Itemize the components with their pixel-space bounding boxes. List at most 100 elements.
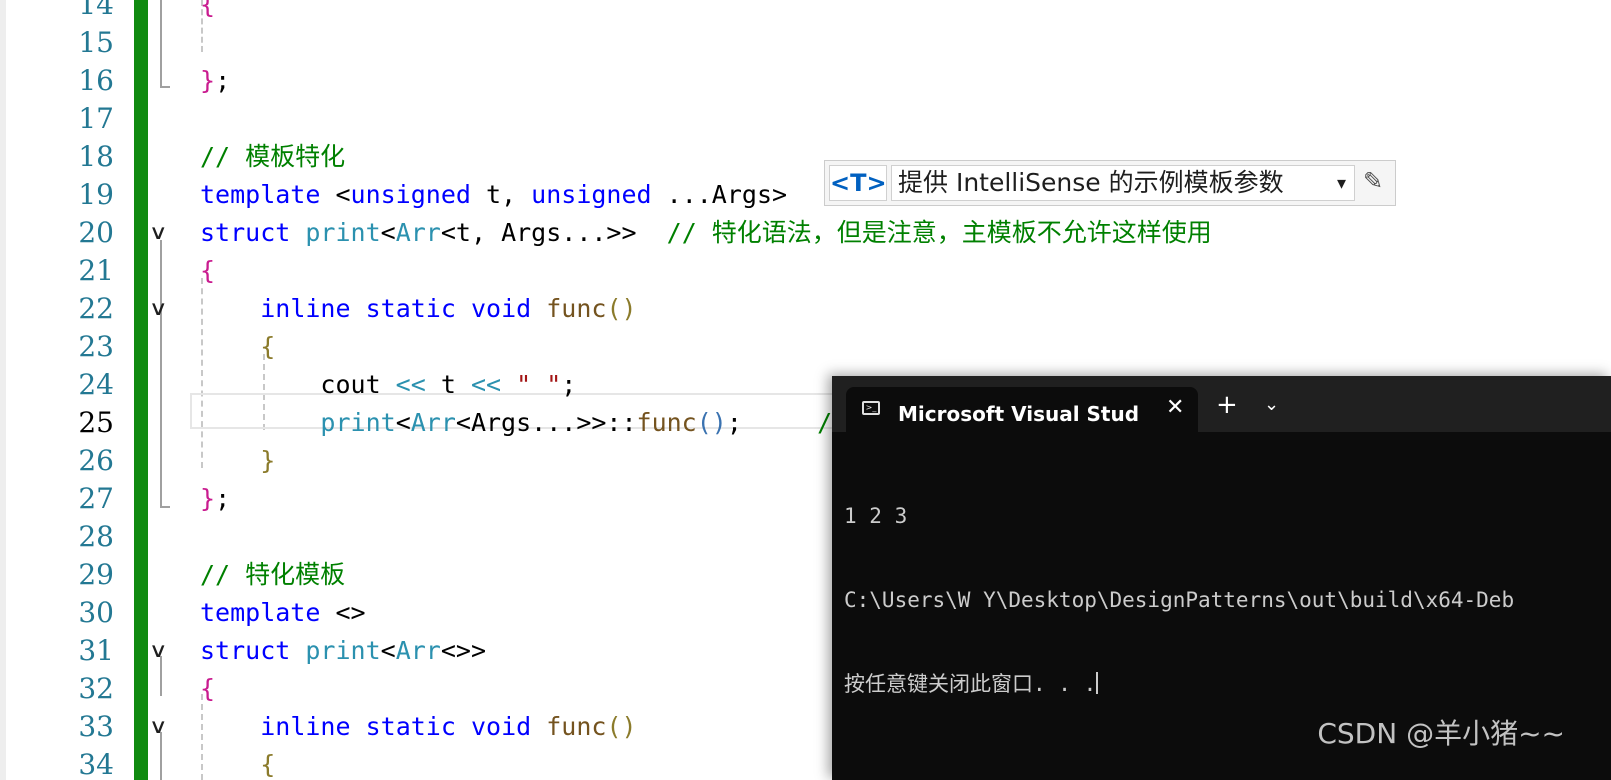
- code-token: func: [546, 294, 607, 323]
- line-number: 25: [78, 406, 114, 439]
- output-text: 按任意键关闭此窗口. . .: [844, 672, 1097, 696]
- close-tab-button[interactable]: ✕: [1166, 395, 1184, 420]
- code-text[interactable]: };: [200, 61, 230, 100]
- code-token: ...Args>: [651, 180, 788, 209]
- code-token: (): [606, 294, 637, 323]
- code-text[interactable]: print<Arr<Args...>>::func(); /: [200, 403, 832, 442]
- code-text[interactable]: cout << t << " ";: [200, 365, 576, 404]
- code-line[interactable]: 20 ∨ struct print<Arr<t, Args...>> // 特化语法…: [0, 213, 1611, 252]
- code-token: }: [200, 484, 216, 513]
- code-token: {: [200, 0, 216, 19]
- code-line[interactable]: 23 {: [0, 327, 1611, 366]
- code-text[interactable]: {: [200, 0, 215, 24]
- code-token: func: [636, 408, 697, 437]
- code-token: <: [380, 636, 396, 665]
- line-number: 21: [78, 254, 114, 287]
- code-line[interactable]: 15: [0, 23, 1611, 62]
- code-text[interactable]: // 模板特化: [200, 137, 345, 176]
- line-number: 18: [78, 140, 114, 173]
- line-number: 27: [78, 482, 114, 515]
- code-text[interactable]: };: [200, 479, 230, 518]
- code-line[interactable]: 16};: [0, 61, 1611, 100]
- fold-chevron-icon[interactable]: ∨: [149, 631, 178, 670]
- line-number: 20: [78, 216, 114, 249]
- terminal-tab-bar: >_ Microsoft Visual Studio 调试控制台 ✕ + ⌄: [832, 376, 1611, 432]
- code-text[interactable]: {: [200, 669, 215, 708]
- terminal-tab[interactable]: >_ Microsoft Visual Studio 调试控制台 ✕: [846, 387, 1198, 432]
- code-line[interactable]: 22 ∨ inline static void func(): [0, 289, 1611, 328]
- code-token: Arr: [410, 408, 456, 437]
- code-text[interactable]: inline static void func(): [200, 289, 637, 328]
- code-text[interactable]: // 特化模板: [200, 555, 345, 594]
- code-token: <>>: [440, 636, 487, 665]
- caret-down-icon[interactable]: ▾: [1337, 173, 1346, 194]
- code-line[interactable]: 21 {: [0, 251, 1611, 290]
- console-icon: >_: [862, 401, 880, 415]
- new-tab-button[interactable]: +: [1216, 392, 1238, 418]
- code-token: t: [425, 370, 471, 399]
- fold-chevron-icon[interactable]: ∨: [149, 707, 178, 746]
- code-token: <t, Args...>>: [440, 218, 667, 247]
- text-cursor: [1096, 672, 1099, 694]
- code-token: <: [380, 218, 396, 247]
- code-text[interactable]: template <unsigned t, unsigned ...Args>: [200, 175, 787, 214]
- code-token: print: [320, 408, 396, 437]
- code-token: struct: [200, 218, 291, 247]
- line-number: 16: [78, 64, 114, 97]
- code-line[interactable]: 17: [0, 99, 1611, 138]
- line-number: 33: [78, 710, 114, 743]
- code-token: inline: [260, 712, 351, 741]
- code-text[interactable]: inline static void func(): [200, 707, 637, 746]
- code-token: {: [200, 256, 216, 285]
- code-token: {: [260, 332, 276, 361]
- template-args-dropdown[interactable]: 提供 IntelliSense 的示例模板参数: [891, 165, 1355, 201]
- code-token: ;: [215, 484, 231, 513]
- code-token: }: [200, 66, 216, 95]
- line-number: 30: [78, 596, 114, 629]
- line-number: 31: [78, 634, 114, 667]
- line-number: 23: [78, 330, 114, 363]
- code-token: <: [320, 180, 351, 209]
- code-token: }: [260, 446, 276, 475]
- line-number: 22: [78, 292, 114, 325]
- code-token: <<: [395, 370, 426, 399]
- code-token: void: [470, 712, 532, 741]
- pencil-icon[interactable]: ✎: [1363, 167, 1383, 195]
- template-tag[interactable]: <T>: [829, 165, 887, 201]
- code-token: template: [200, 598, 321, 627]
- code-token: ;: [561, 370, 577, 399]
- code-token: <<: [470, 370, 502, 399]
- code-line[interactable]: 14 {: [0, 0, 1611, 24]
- tab-title: Microsoft Visual Studio 调试控制台: [898, 402, 1138, 426]
- fold-chevron-icon[interactable]: ∨: [149, 289, 178, 328]
- fold-chevron-icon[interactable]: ∨: [149, 213, 178, 252]
- line-number: 15: [78, 26, 114, 59]
- chevron-down-icon[interactable]: ⌄: [1264, 394, 1279, 415]
- code-token: /: [817, 408, 833, 437]
- code-text[interactable]: }: [200, 441, 275, 480]
- code-text[interactable]: struct print<Arr<>>: [200, 631, 486, 670]
- code-text[interactable]: {: [200, 745, 275, 780]
- code-token: (): [606, 712, 637, 741]
- code-text[interactable]: {: [200, 327, 275, 366]
- code-text[interactable]: template <>: [200, 593, 366, 632]
- watermark: CSDN @羊小猪~~: [1317, 717, 1565, 750]
- code-text[interactable]: struct print<Arr<t, Args...>> // 特化语法，但是…: [200, 213, 1212, 252]
- code-token: Arr: [395, 636, 441, 665]
- code-token: static: [365, 712, 456, 741]
- debug-console-window[interactable]: >_ Microsoft Visual Studio 调试控制台 ✕ + ⌄ 1…: [832, 376, 1611, 780]
- line-number: 28: [78, 520, 114, 553]
- code-token: <>: [320, 598, 366, 627]
- output-line: C:\Users\W Y\Desktop\DesignPatterns\out\…: [844, 588, 1515, 612]
- code-text[interactable]: {: [200, 251, 215, 290]
- line-number: 19: [78, 178, 114, 211]
- intellisense-template-bar[interactable]: <T> 提供 IntelliSense 的示例模板参数 ▾ ✎: [824, 160, 1396, 206]
- code-token: <Args...>>::: [455, 408, 637, 437]
